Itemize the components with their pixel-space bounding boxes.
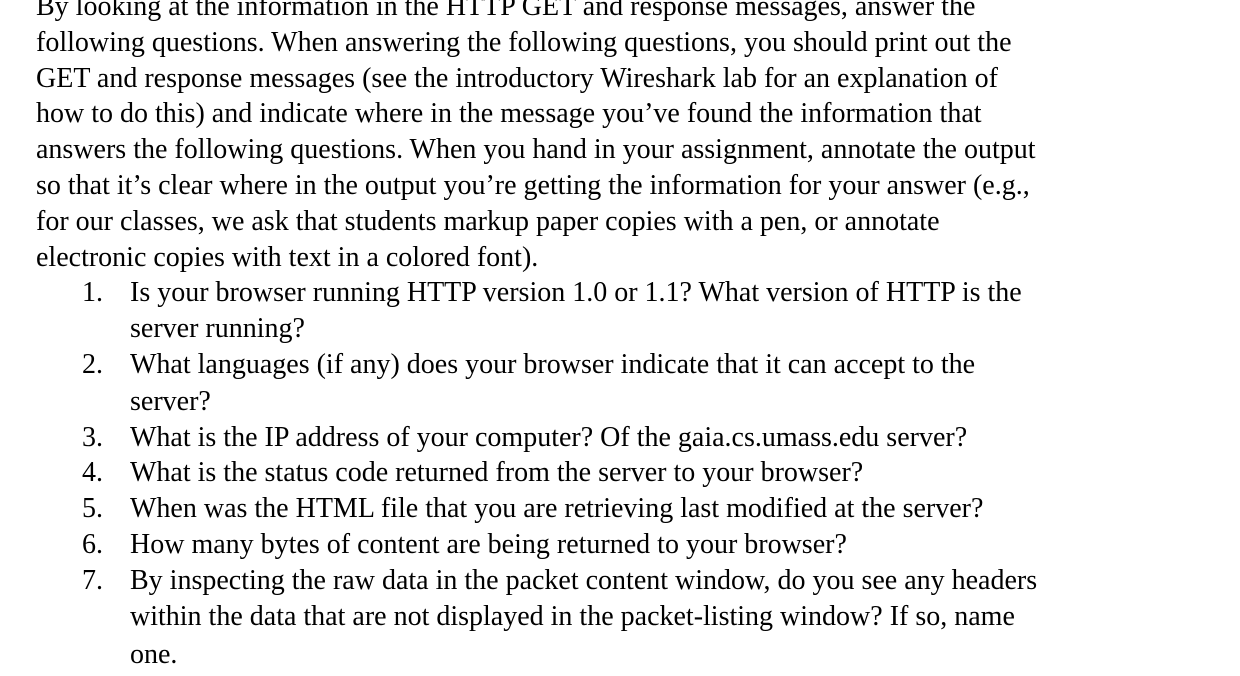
- intro-paragraph: By looking at the information in the HTT…: [36, 0, 1226, 275]
- intro-line: By looking at the information in the HTT…: [36, 0, 976, 22]
- question-number: 2.: [82, 348, 103, 380]
- question-item-6: 6. How many bytes of content are being r…: [36, 527, 1226, 563]
- question-item-5: 5. When was the HTML file that you are r…: [36, 491, 1226, 527]
- question-number: 7.: [82, 564, 103, 596]
- question-text-line: When was the HTML file that you are retr…: [130, 493, 984, 525]
- question-text-line: What is the status code returned from th…: [130, 457, 864, 489]
- question-item-4: 4. What is the status code returned from…: [36, 455, 1226, 491]
- intro-line: answers the following questions. When yo…: [36, 134, 1036, 166]
- intro-line: so that it’s clear where in the output y…: [36, 169, 1030, 201]
- question-text-line: By inspecting the raw data in the packet…: [130, 564, 1038, 596]
- question-text-line: What languages (if any) does your browse…: [130, 348, 976, 380]
- question-list: 1. Is your browser running HTTP version …: [36, 275, 1226, 673]
- question-number: 4.: [82, 457, 103, 489]
- question-text-line: one.: [130, 639, 178, 671]
- question-text-line: How many bytes of content are being retu…: [130, 528, 847, 560]
- question-text-line: server?: [130, 385, 211, 417]
- question-text-line: What is the IP address of your computer?…: [130, 421, 968, 453]
- intro-line: electronic copies with text in a colored…: [36, 241, 539, 273]
- question-item-3: 3. What is the IP address of your comput…: [36, 420, 1226, 456]
- intro-line: following questions. When answering the …: [36, 26, 1012, 58]
- question-text-line: server running?: [130, 313, 305, 345]
- question-number: 5.: [82, 493, 103, 525]
- question-text-line: within the data that are not displayed i…: [130, 600, 1015, 632]
- intro-line: how to do this) and indicate where in th…: [36, 98, 982, 130]
- question-text-line: Is your browser running HTTP version 1.0…: [130, 277, 1022, 309]
- document-page: By looking at the information in the HTT…: [36, 0, 1226, 673]
- question-item-7: 7. By inspecting the raw data in the pac…: [36, 563, 1226, 673]
- question-number: 3.: [82, 421, 103, 453]
- intro-line: GET and response messages (see the intro…: [36, 62, 998, 94]
- question-item-2: 2. What languages (if any) does your bro…: [36, 347, 1226, 420]
- question-number: 1.: [82, 277, 103, 309]
- question-item-1: 1. Is your browser running HTTP version …: [36, 275, 1226, 347]
- question-number: 6.: [82, 528, 103, 560]
- intro-line: for our classes, we ask that students ma…: [36, 205, 940, 237]
